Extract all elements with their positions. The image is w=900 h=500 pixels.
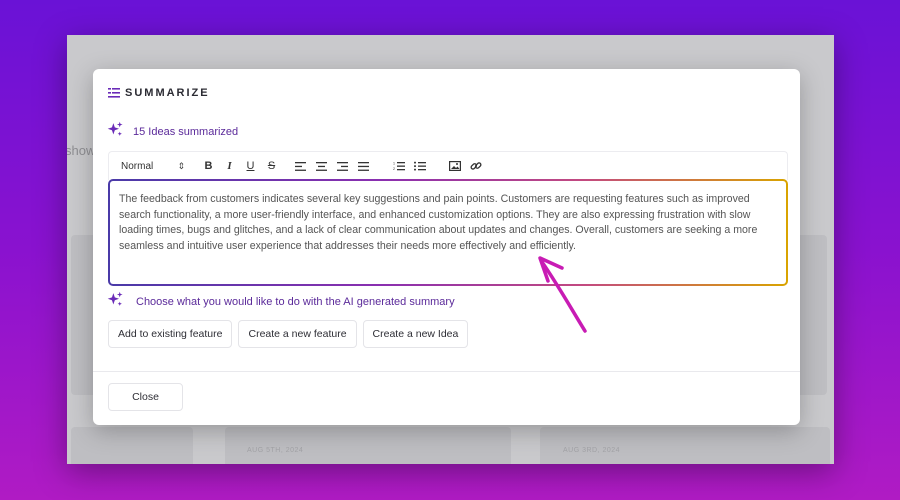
- bold-button[interactable]: B: [201, 158, 216, 174]
- close-button[interactable]: Close: [108, 383, 183, 411]
- add-to-existing-feature-button[interactable]: Add to existing feature: [108, 320, 233, 348]
- modal-header: SUMMARIZE: [108, 87, 210, 99]
- list-group: 12: [391, 158, 427, 174]
- background-date: AUG 5TH, 2024: [247, 447, 304, 454]
- svg-text:2: 2: [393, 167, 395, 171]
- align-left-icon[interactable]: [293, 158, 308, 174]
- italic-button[interactable]: I: [222, 158, 237, 174]
- insert-group: [447, 158, 483, 174]
- choose-action-row: Choose what you would like to do with th…: [107, 291, 455, 313]
- sparkle-icon: [107, 121, 124, 143]
- format-select-value: Normal: [121, 160, 154, 172]
- sparkle-icon: [107, 291, 124, 313]
- ideas-summarized-label: 15 Ideas summarized: [133, 126, 239, 138]
- ideas-summarized-row: 15 Ideas summarized: [107, 121, 238, 143]
- strikethrough-button[interactable]: S: [264, 158, 279, 174]
- background-card: [540, 427, 830, 464]
- create-new-feature-button[interactable]: Create a new feature: [238, 320, 357, 348]
- action-buttons: Add to existing feature Create a new fea…: [108, 320, 469, 348]
- align-group: [293, 158, 371, 174]
- choose-action-label: Choose what you would like to do with th…: [136, 296, 455, 308]
- svg-text:1: 1: [393, 162, 395, 166]
- summary-editor-border: The feedback from customers indicates se…: [108, 179, 788, 286]
- background-date: AUG 3RD, 2024: [563, 447, 621, 454]
- create-new-idea-button[interactable]: Create a new Idea: [362, 320, 469, 348]
- background-card: [225, 427, 511, 464]
- summary-editor[interactable]: The feedback from customers indicates se…: [110, 181, 786, 284]
- list-icon: [108, 88, 120, 98]
- format-select[interactable]: Normal ⇕: [121, 161, 185, 172]
- select-arrows-icon: ⇕: [177, 160, 185, 171]
- summarize-modal: SUMMARIZE 15 Ideas summarized Normal ⇕ B…: [93, 69, 800, 425]
- underline-button[interactable]: U: [243, 158, 258, 174]
- align-right-icon[interactable]: [335, 158, 350, 174]
- text-style-group: B I U S: [201, 158, 279, 174]
- background-text: show: [67, 143, 96, 158]
- editor-toolbar: Normal ⇕ B I U S 12: [108, 151, 788, 180]
- align-justify-icon[interactable]: [356, 158, 371, 174]
- background-card: [71, 427, 193, 464]
- modal-title: SUMMARIZE: [125, 87, 210, 99]
- ordered-list-icon[interactable]: 12: [391, 158, 406, 174]
- footer-divider: [93, 371, 800, 372]
- bullet-list-icon[interactable]: [412, 158, 427, 174]
- link-icon[interactable]: [468, 158, 483, 174]
- align-center-icon[interactable]: [314, 158, 329, 174]
- image-icon[interactable]: [447, 158, 462, 174]
